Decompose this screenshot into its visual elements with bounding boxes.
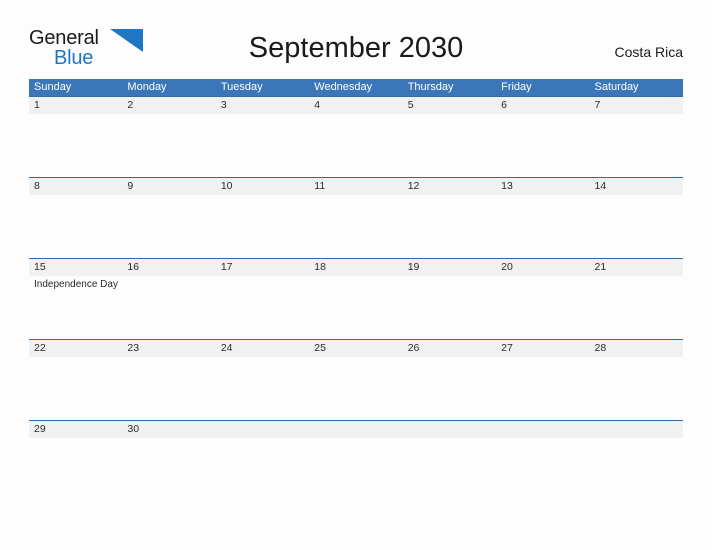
calendar-day-cell[interactable]: 6 [496, 97, 589, 177]
calendar-day-cell[interactable]: 9 [122, 178, 215, 258]
calendar-day-cell[interactable]: 30 [122, 421, 215, 501]
calendar-day-cell[interactable]: 24 [216, 340, 309, 420]
day-number: 18 [314, 261, 326, 273]
page-header: General Blue September 2030 Costa Rica [0, 0, 712, 79]
calendar-day-cell-empty [216, 421, 309, 501]
day-number: 12 [407, 180, 420, 192]
calendar-week-row: 29 30 [29, 420, 683, 501]
day-events: Independence Day [34, 276, 122, 291]
day-number: 25 [314, 342, 326, 354]
calendar-day-cell-empty [403, 421, 496, 501]
weekday-header-thursday: Thursday [407, 81, 454, 93]
week-day-cells: 29 30 [29, 421, 683, 501]
page-title: September 2030 [248, 32, 464, 64]
calendar-day-cell[interactable]: 28 [590, 340, 683, 420]
calendar-week-row: 15 Independence Day 16 17 18 19 20 21 [29, 258, 683, 339]
calendar-day-cell[interactable]: 12 [403, 178, 496, 258]
week-day-cells: 8 9 10 11 12 13 14 [29, 178, 683, 258]
calendar-day-cell-empty [309, 421, 402, 501]
day-number: 3 [220, 99, 227, 111]
weekday-header-saturday: Saturday [594, 81, 639, 93]
day-number: 15 [34, 261, 46, 273]
day-number: 19 [407, 261, 420, 273]
day-number: 22 [34, 342, 46, 354]
day-number: 21 [594, 261, 607, 273]
day-number: 2 [127, 99, 134, 111]
region-label: Costa Rica [614, 44, 683, 60]
calendar-week-row: 22 23 24 25 26 27 28 [29, 339, 683, 420]
day-number: 8 [34, 180, 40, 192]
calendar-day-cell[interactable]: 13 [496, 178, 589, 258]
calendar-week-row: 8 9 10 11 12 13 14 [29, 177, 683, 258]
day-number: 16 [127, 261, 140, 273]
day-number: 27 [501, 342, 513, 354]
weekday-header-sunday: Sunday [34, 81, 72, 93]
calendar-day-cell[interactable]: 5 [403, 97, 496, 177]
day-number: 5 [407, 99, 414, 111]
week-rows-container: 1 2 3 4 5 6 7 8 9 10 11 12 13 14 15 Independence Day 16 1… [29, 96, 683, 501]
weekday-header-wednesday: Wednesday [314, 81, 373, 93]
day-number: 17 [220, 261, 233, 273]
calendar-day-cell-empty [590, 421, 683, 501]
calendar-day-cell[interactable]: 8 [29, 178, 122, 258]
week-day-cells: 1 2 3 4 5 6 7 [29, 97, 683, 177]
calendar-day-cell[interactable]: 14 [590, 178, 683, 258]
calendar-day-cell[interactable]: 25 [309, 340, 402, 420]
calendar-day-cell[interactable]: 20 [496, 259, 589, 339]
calendar-day-cell[interactable]: 10 [216, 178, 309, 258]
weekday-header-monday: Monday [127, 81, 167, 93]
calendar-day-cell[interactable]: 22 [29, 340, 122, 420]
day-number: 29 [34, 423, 46, 435]
calendar-day-cell[interactable]: 18 [309, 259, 402, 339]
weekday-header-friday: Friday [501, 81, 532, 93]
day-number: 11 [314, 180, 326, 192]
day-number: 13 [501, 180, 513, 192]
day-number: 26 [407, 342, 420, 354]
day-number: 30 [127, 423, 140, 435]
day-number: 14 [594, 180, 607, 192]
calendar-grid: Sunday Monday Tuesday Wednesday Thursday… [29, 79, 683, 501]
week-day-cells: 22 23 24 25 26 27 28 [29, 340, 683, 420]
day-number: 28 [594, 342, 607, 354]
calendar-day-cell[interactable]: 16 [122, 259, 215, 339]
calendar-day-cell[interactable]: 26 [403, 340, 496, 420]
calendar-week-row: 1 2 3 4 5 6 7 [29, 96, 683, 177]
day-number: 24 [220, 342, 233, 354]
day-number: 1 [34, 99, 40, 111]
day-number: 9 [127, 180, 134, 192]
calendar-day-cell[interactable]: 29 [29, 421, 122, 501]
calendar-day-cell[interactable]: 7 [590, 97, 683, 177]
calendar-day-cell[interactable]: 17 [216, 259, 309, 339]
weekday-header-tuesday: Tuesday [220, 81, 263, 93]
calendar-day-cell[interactable]: 1 [29, 97, 122, 177]
day-number: 7 [594, 99, 601, 111]
calendar-day-cell[interactable]: 27 [496, 340, 589, 420]
day-event-label: Independence Day [34, 279, 118, 290]
calendar-day-cell[interactable]: 15 Independence Day [29, 259, 122, 339]
calendar-day-cell[interactable]: 2 [122, 97, 215, 177]
calendar-day-cell[interactable]: 4 [309, 97, 402, 177]
calendar-day-cell[interactable]: 23 [122, 340, 215, 420]
calendar-day-cell[interactable]: 21 [590, 259, 683, 339]
calendar-day-cell-empty [496, 421, 589, 501]
day-number: 6 [501, 99, 507, 111]
calendar-day-cell[interactable]: 11 [309, 178, 402, 258]
calendar-day-cell[interactable]: 19 [403, 259, 496, 339]
day-number: 10 [220, 180, 233, 192]
calendar-day-cell[interactable]: 3 [216, 97, 309, 177]
weekday-header-row: Sunday Monday Tuesday Wednesday Thursday… [29, 79, 683, 96]
day-number: 23 [127, 342, 140, 354]
day-number: 20 [501, 261, 513, 273]
week-day-cells: 15 Independence Day 16 17 18 19 20 21 [29, 259, 683, 339]
day-number: 4 [314, 99, 321, 111]
